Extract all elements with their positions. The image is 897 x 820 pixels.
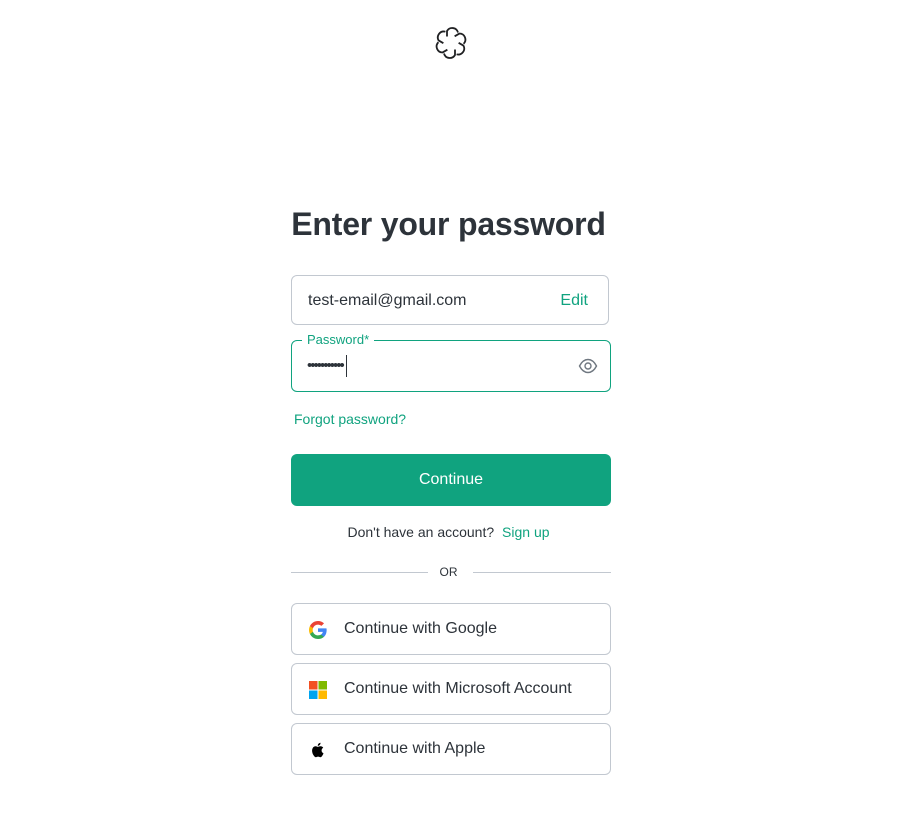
apple-icon [312,742,324,758]
openai-logo-icon [435,27,467,59]
continue-with-apple-button[interactable]: Continue with Apple [291,723,611,775]
microsoft-icon [309,681,327,699]
text-caret [345,355,347,377]
divider-line-right [473,572,611,573]
password-input[interactable]: ••••••••••• [307,354,347,378]
microsoft-button-label: Continue with Microsoft Account [344,680,572,697]
continue-with-google-button[interactable]: Continue with Google [291,603,611,655]
edit-email-link[interactable]: Edit [560,292,588,310]
google-button-label: Continue with Google [344,620,497,637]
continue-button[interactable]: Continue [291,454,611,506]
signup-link[interactable]: Sign up [502,524,549,540]
password-label: Password* [302,331,375,349]
password-field[interactable]: Password* ••••••••••• [291,331,611,392]
divider-or-label: OR [439,565,458,579]
google-icon [309,621,327,639]
continue-with-microsoft-button[interactable]: Continue with Microsoft Account [291,663,611,715]
email-display-field: test-email@gmail.com Edit [291,275,609,325]
signup-prompt: Don't have an account? [347,524,495,540]
email-value: test-email@gmail.com [308,292,467,309]
password-masked-value: ••••••••••• [307,357,345,374]
apple-button-label: Continue with Apple [344,740,486,757]
page-title: Enter your password [291,206,606,242]
forgot-password-link[interactable]: Forgot password? [294,411,406,427]
signup-row: Don't have an account? Sign up [0,524,897,540]
eye-icon[interactable] [578,357,598,375]
